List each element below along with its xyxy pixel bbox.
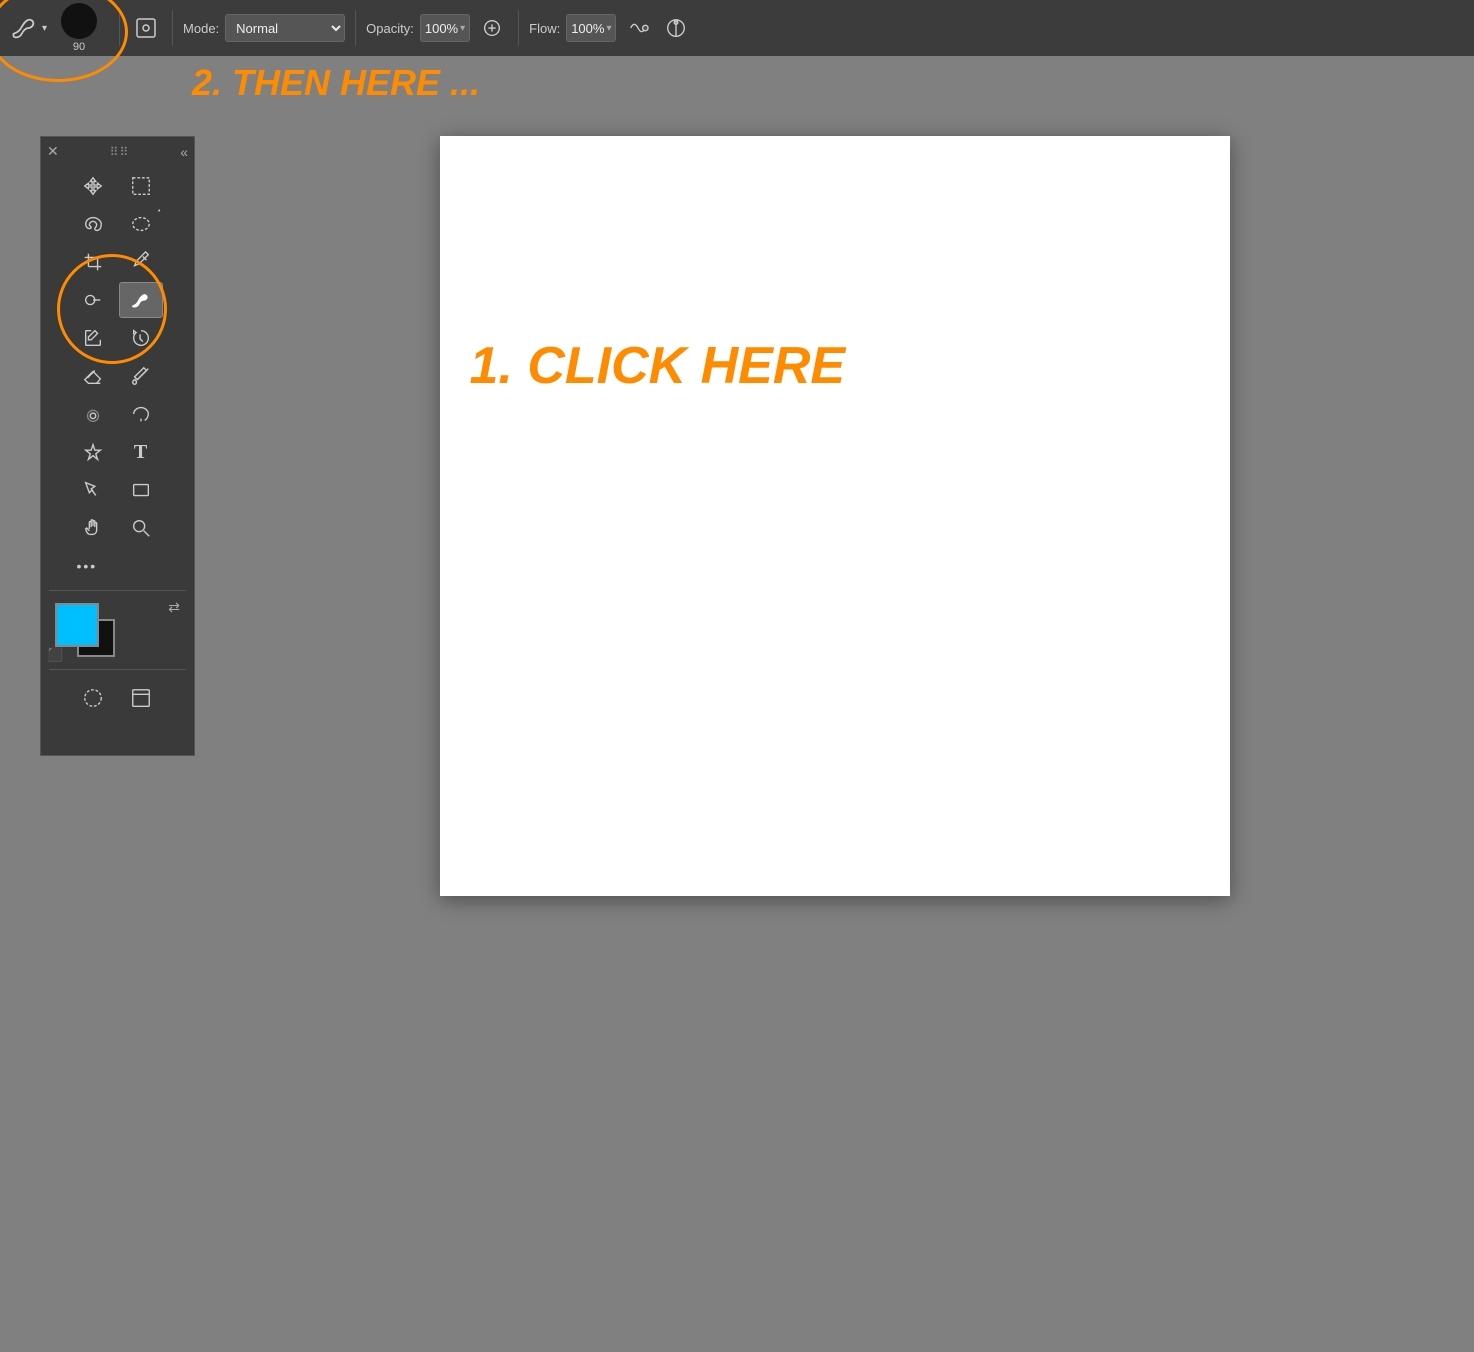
brush-size-number: 90 — [73, 41, 85, 53]
divider-4 — [518, 10, 519, 46]
opacity-label: Opacity: — [366, 21, 414, 36]
crop-tool[interactable] — [71, 244, 115, 280]
brush-preset-button[interactable] — [130, 12, 162, 44]
flow-label: Flow: — [529, 21, 560, 36]
canvas-click-here-annotation: 1. CLICK HERE — [470, 336, 846, 396]
divider-2 — [172, 10, 173, 46]
toolbox-bottom-grid — [65, 678, 171, 718]
canvas-area: 1. CLICK HERE — [195, 56, 1474, 1352]
pen-tool[interactable] — [71, 434, 115, 470]
shape-tool[interactable] — [119, 472, 163, 508]
brush-tool-area: ▾ 90 — [8, 2, 109, 54]
brush-dropdown-arrow[interactable]: ▾ — [42, 23, 47, 34]
reset-colors-button[interactable]: ⬛ — [47, 647, 63, 663]
divider-3 — [355, 10, 356, 46]
toolbox-grip: ⠿⠿ — [59, 145, 180, 159]
move-tool[interactable] — [71, 168, 115, 204]
magic-wand-tool[interactable]: • — [119, 206, 163, 242]
brush-tool-toolbox[interactable] — [119, 282, 163, 318]
opacity-input-group[interactable]: 100% ▾ — [420, 14, 470, 42]
brush-size-display: 90 — [49, 2, 109, 54]
clone-stamp-tool[interactable] — [71, 320, 115, 356]
brush-tool-button[interactable] — [8, 12, 40, 44]
standard-screen-mode[interactable] — [119, 680, 163, 716]
type-tool[interactable]: T — [119, 434, 163, 470]
mode-label: Mode: — [183, 21, 219, 36]
flow-value: 100% — [571, 21, 604, 36]
more-tools[interactable]: ••• — [71, 548, 115, 584]
quick-mask-mode[interactable] — [71, 680, 115, 716]
history-brush-tool[interactable] — [119, 320, 163, 356]
flow-dropdown-arrow[interactable]: ▾ — [606, 23, 611, 34]
canvas-document[interactable]: 1. CLICK HERE — [440, 136, 1230, 896]
gradient-tool[interactable] — [119, 358, 163, 394]
opacity-value: 100% — [425, 21, 458, 36]
path-select-tool[interactable] — [71, 472, 115, 508]
marquee-rect-tool[interactable] — [119, 168, 163, 204]
zoom-tool[interactable] — [119, 510, 163, 546]
foreground-color-swatch[interactable] — [55, 603, 99, 647]
brush-icon-wrapper: ▾ — [8, 12, 47, 44]
toolbox-divider-2 — [49, 669, 187, 670]
airbrush-button[interactable] — [476, 12, 508, 44]
toolbox-divider-1 — [49, 590, 187, 591]
smudge-tool[interactable] — [119, 396, 163, 432]
hand-tool[interactable] — [71, 510, 115, 546]
toolbox-close-button[interactable]: ✕ — [47, 143, 59, 160]
toolbar: ▾ 90 Mode: Normal Dissolve Darken Multip… — [0, 0, 1474, 56]
eraser-tool[interactable] — [71, 358, 115, 394]
flow-input-group[interactable]: 100% ▾ — [566, 14, 616, 42]
symmetry-button[interactable] — [660, 12, 692, 44]
tool-grid: • — [41, 166, 194, 586]
tools-container: • — [41, 166, 194, 586]
toolbox-panel: ✕ ⠿⠿ « — [40, 136, 195, 756]
blur-tool[interactable] — [71, 396, 115, 432]
lasso-tool[interactable] — [71, 206, 115, 242]
toolbox-collapse-button[interactable]: « — [180, 144, 188, 160]
color-swatches-area: ⇄ ⬛ — [41, 595, 194, 665]
smoothing-button[interactable] — [622, 12, 654, 44]
brush-circle-preview — [61, 3, 97, 39]
eyedropper-tool[interactable] — [119, 244, 163, 280]
swap-colors-button[interactable]: ⇄ — [168, 599, 180, 616]
toolbox-top-bar: ✕ ⠿⠿ « — [41, 141, 194, 162]
divider-1 — [119, 10, 120, 46]
main-area: ✕ ⠿⠿ « — [0, 56, 1474, 1352]
mode-select[interactable]: Normal Dissolve Darken Multiply Screen O… — [225, 14, 345, 42]
spot-heal-tool[interactable] — [71, 282, 115, 318]
opacity-dropdown-arrow[interactable]: ▾ — [460, 23, 465, 34]
